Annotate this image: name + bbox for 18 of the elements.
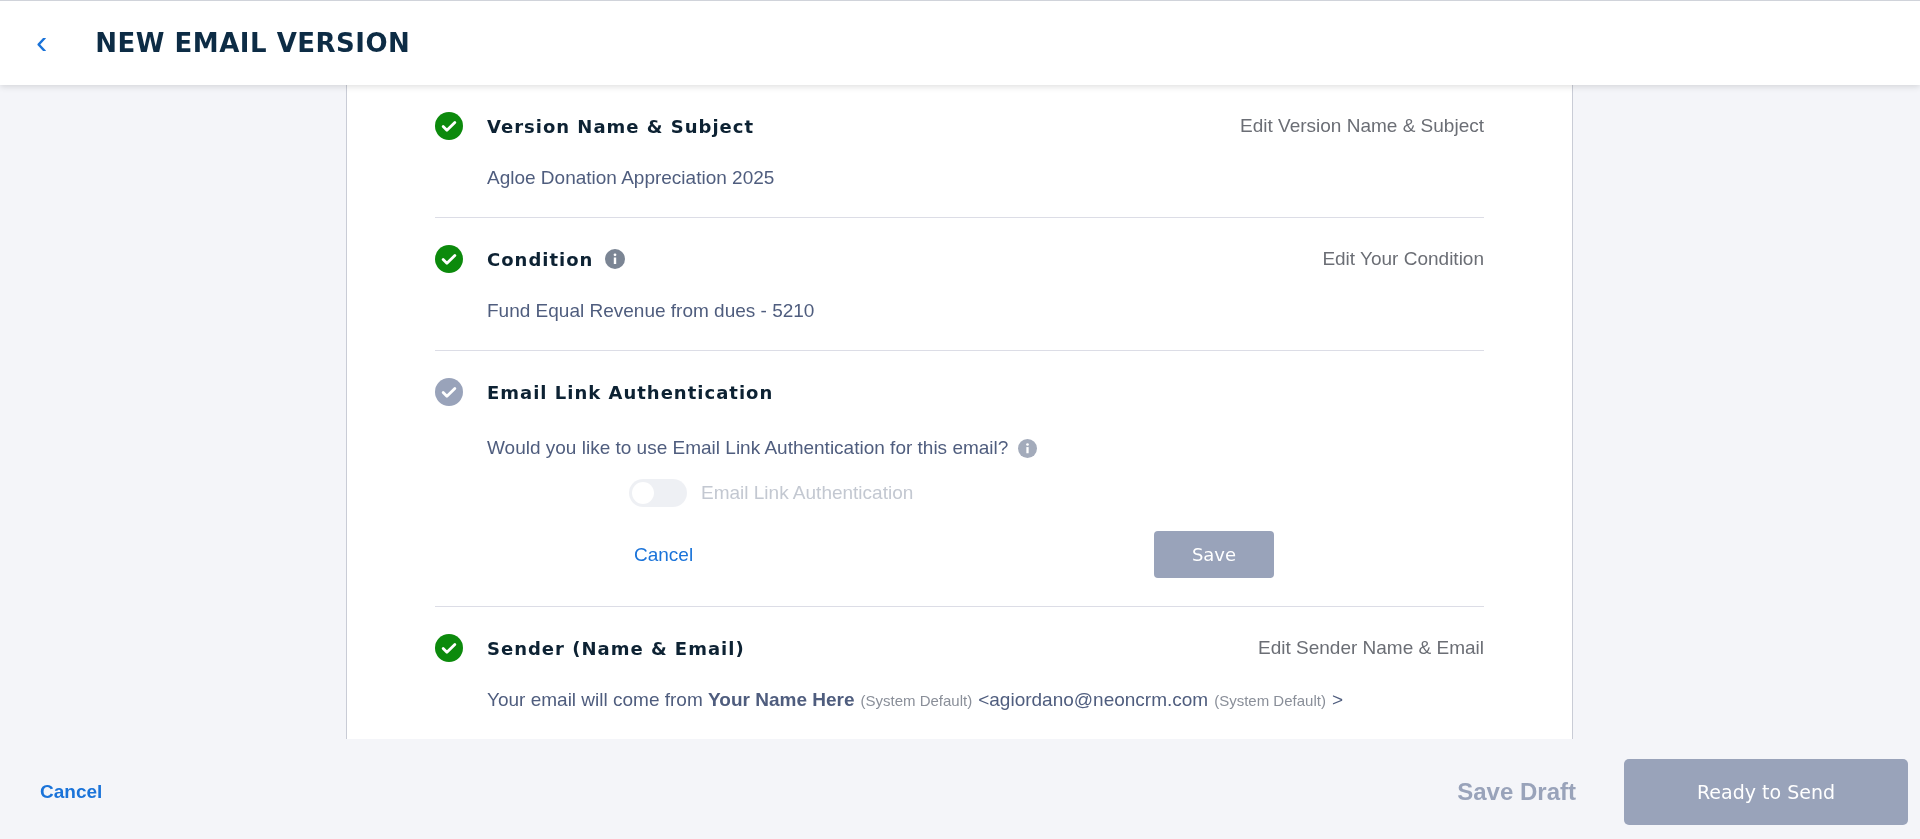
section-title: Condition — [487, 248, 594, 270]
section-summary: Agloe Donation Appreciation 2025 — [487, 167, 776, 189]
page-title: NEW EMAIL VERSION — [95, 28, 411, 58]
section-title: Email Link Authentication — [487, 381, 774, 403]
cancel-link[interactable]: Cancel — [634, 543, 694, 566]
toggle-label: Email Link Authentication — [701, 482, 914, 504]
edit-link[interactable]: Edit Sender Name & Email — [1258, 637, 1484, 659]
section-title: Sender (Name & Email) — [487, 637, 745, 659]
section-summary: Your email will come from Your Name Here (System Default) <agiordano@neoncrm.com (System Default) > — [487, 689, 1344, 711]
cancel-link[interactable]: Cancel — [40, 781, 103, 803]
back-button[interactable]: ‹ — [30, 24, 54, 62]
section-title: Version Name & Subject — [487, 115, 755, 137]
section-summary: Fund Equal Revenue from dues - 5210 — [487, 300, 816, 322]
edit-link[interactable]: Edit Version Name & Subject — [1240, 115, 1484, 137]
info-icon[interactable] — [605, 249, 626, 269]
info-icon[interactable] — [1018, 438, 1038, 458]
edit-link[interactable]: Edit Your Condition — [1322, 248, 1484, 270]
question-text: Would you like to use Email Link Authentication for this email? — [487, 437, 1009, 459]
